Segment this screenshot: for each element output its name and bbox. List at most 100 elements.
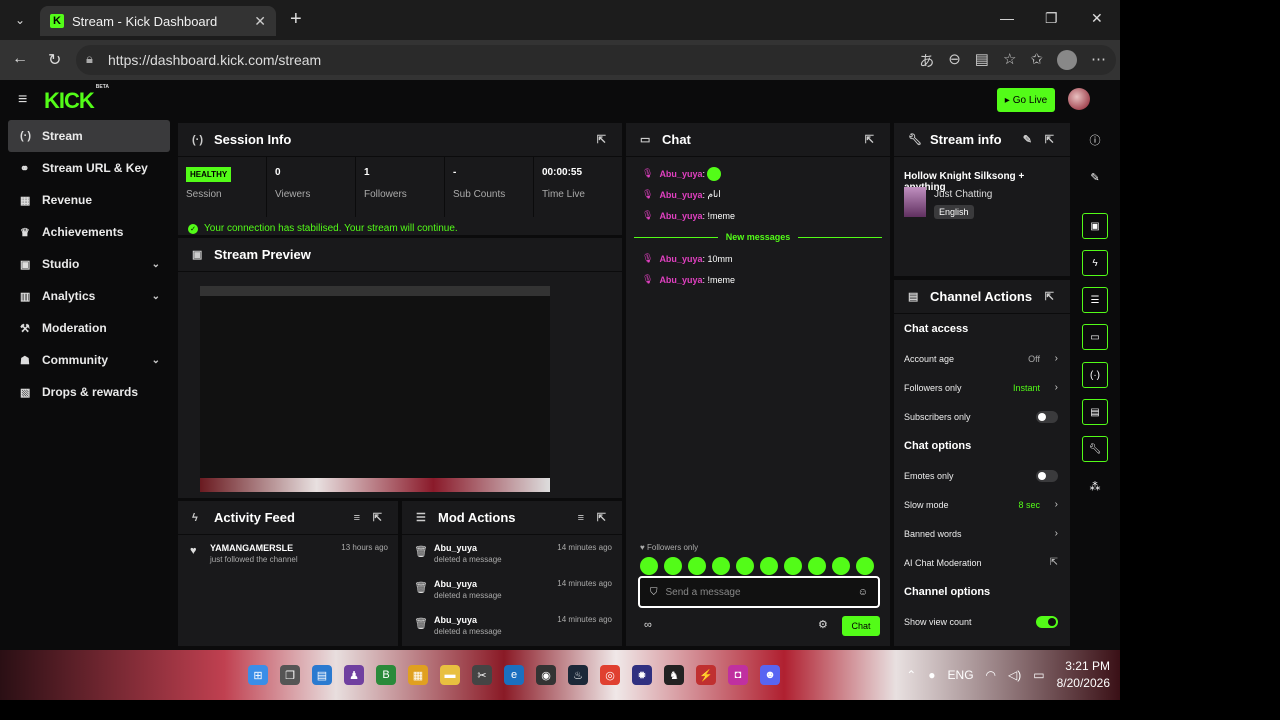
chrome-icon[interactable]: ◎ xyxy=(600,665,620,685)
app-gear-icon[interactable]: ✹ xyxy=(632,665,652,685)
volume-icon[interactable]: ◁) xyxy=(1008,668,1021,682)
popout-icon[interactable]: ⇱ xyxy=(1045,133,1054,146)
tab-actions-icon[interactable]: ⌄ xyxy=(6,6,34,34)
snipping-icon[interactable]: ✂ xyxy=(472,665,492,685)
instagram-icon[interactable]: ◘ xyxy=(728,665,748,685)
clock[interactable]: 3:21 PM 8/20/2026 xyxy=(1057,658,1110,692)
wifi-icon[interactable]: ◠ xyxy=(986,668,996,682)
subscribers-only-toggle[interactable] xyxy=(1036,410,1058,423)
new-messages-divider[interactable]: New messages xyxy=(626,226,890,248)
emote-icon[interactable] xyxy=(760,557,778,575)
minimize-icon[interactable]: — xyxy=(1000,10,1014,26)
tab-kick-dashboard[interactable]: K Stream - Kick Dashboard ✕ xyxy=(40,6,276,36)
translate-icon[interactable]: あ xyxy=(919,50,934,71)
stream-preview-video[interactable] xyxy=(200,286,550,492)
sidebar-item-drops-rewards[interactable]: ▧ Drops & rewards xyxy=(8,376,170,408)
settings-icon[interactable]: ⚙ xyxy=(818,618,828,631)
wrench-toggle-icon[interactable]: 🔧︎ xyxy=(1082,436,1108,462)
app-icon[interactable]: ♟ xyxy=(344,665,364,685)
ai-chat-moderation-row[interactable]: AI Chat Moderation ⇱ xyxy=(894,548,1070,577)
sidebar-item-moderation[interactable]: ⚒ Moderation xyxy=(8,312,170,344)
chat-input[interactable]: ⛉ Send a message ☺ xyxy=(638,576,880,608)
edit-icon[interactable]: ✎ xyxy=(1082,164,1108,190)
app-b-icon[interactable]: B xyxy=(376,665,396,685)
notepad-icon[interactable]: ▤ xyxy=(312,665,332,685)
lock-icon[interactable]: 🔒︎ xyxy=(86,51,93,67)
edit-icon[interactable]: ✎ xyxy=(1023,133,1032,146)
preview-toggle-icon[interactable]: ▣ xyxy=(1082,213,1108,239)
discord-icon[interactable]: ☻ xyxy=(760,665,780,685)
emotes-only-toggle[interactable] xyxy=(1036,469,1058,482)
app-red-icon[interactable]: ⚡ xyxy=(696,665,716,685)
start-icon[interactable]: ⊞ xyxy=(248,665,268,685)
menu-icon[interactable]: ≡ xyxy=(18,91,27,109)
popout-icon[interactable]: ⇱ xyxy=(597,511,606,524)
restore-icon[interactable]: ❐ xyxy=(1045,10,1058,27)
file-explorer-icon[interactable]: ▬ xyxy=(440,665,460,685)
more-icon[interactable]: ⋯ xyxy=(1091,50,1106,71)
emote-icon[interactable] xyxy=(688,557,706,575)
reader-icon[interactable]: ▤ xyxy=(975,50,989,71)
zoom-icon[interactable]: ⊖ xyxy=(948,50,961,71)
sidebar-item-studio[interactable]: ▣ Studio ⌄ xyxy=(8,248,170,280)
followers-only-row[interactable]: Followers only Instant › xyxy=(894,373,1070,402)
subs-value: - xyxy=(453,167,457,178)
emote-icon[interactable] xyxy=(664,557,682,575)
obs-icon[interactable]: ◉ xyxy=(536,665,556,685)
tray-app-icon[interactable]: ● xyxy=(928,668,935,682)
popout-icon[interactable]: ⇱ xyxy=(865,133,874,146)
account-age-row[interactable]: Account age Off › xyxy=(894,344,1070,373)
kick-logo[interactable]: KICKBETA xyxy=(44,84,109,114)
store-icon[interactable]: ▦ xyxy=(408,665,428,685)
user-avatar[interactable] xyxy=(1068,88,1090,110)
send-chat-button[interactable]: Chat xyxy=(842,616,880,636)
refresh-icon[interactable]: ↻ xyxy=(48,50,61,70)
emote-icon[interactable] xyxy=(712,557,730,575)
show-view-count-toggle[interactable] xyxy=(1036,615,1058,628)
emote-icon[interactable] xyxy=(736,557,754,575)
emote-icon[interactable] xyxy=(808,557,826,575)
popout-icon[interactable]: ⇱ xyxy=(1045,290,1054,303)
battery-icon[interactable]: ▭ xyxy=(1033,668,1044,682)
sidebar-item-achievements[interactable]: ♛ Achievements xyxy=(8,216,170,248)
popout-icon[interactable]: ⇱ xyxy=(373,511,382,524)
sidebar-item-stream[interactable]: (·) Stream xyxy=(8,120,170,152)
profile-icon[interactable] xyxy=(1057,50,1077,70)
filter-icon[interactable]: ≡ xyxy=(578,512,584,524)
favorites-icon[interactable]: ✩ xyxy=(1030,50,1043,71)
banned-words-row[interactable]: Banned words › xyxy=(894,519,1070,548)
chat-toggle-icon[interactable]: ▭ xyxy=(1082,324,1108,350)
emoji-icon[interactable]: ☺ xyxy=(858,587,868,598)
emote-icon[interactable] xyxy=(784,557,802,575)
sidebar-item-community[interactable]: ☗ Community ⌄ xyxy=(8,344,170,376)
sidebar-item-stream-url-key[interactable]: ⚭ Stream URL & Key xyxy=(8,152,170,184)
edge-icon[interactable]: e xyxy=(504,665,524,685)
lightning-toggle-icon[interactable]: ϟ xyxy=(1082,250,1108,276)
sidebar-item-revenue[interactable]: ▦ Revenue xyxy=(8,184,170,216)
chevron-up-icon[interactable]: ⌃ xyxy=(906,668,916,682)
app-knight-icon[interactable]: ♞ xyxy=(664,665,684,685)
sidebar-item-analytics[interactable]: ▥ Analytics ⌄ xyxy=(8,280,170,312)
add-widget-icon[interactable]: ⁂ xyxy=(1082,473,1108,499)
emote-icon[interactable] xyxy=(832,557,850,575)
steam-icon[interactable]: ♨ xyxy=(568,665,588,685)
emote-icon[interactable] xyxy=(856,557,874,575)
task-view-icon[interactable]: ❐ xyxy=(280,665,300,685)
list-toggle-icon[interactable]: ☰ xyxy=(1082,287,1108,313)
popout-icon[interactable]: ⇱ xyxy=(597,133,606,146)
close-tab-icon[interactable]: ✕ xyxy=(254,13,266,30)
channel-toggle-icon[interactable]: ▤ xyxy=(1082,399,1108,425)
emote-bar[interactable] xyxy=(640,557,880,575)
back-icon[interactable]: ← xyxy=(12,50,28,68)
close-window-icon[interactable]: ✕ xyxy=(1091,10,1103,27)
chat-mode-indicator: ♥ Followers only xyxy=(640,543,699,552)
slow-mode-row[interactable]: Slow mode 8 sec › xyxy=(894,490,1070,519)
go-live-button[interactable]: ▸ Go Live xyxy=(997,88,1055,112)
broadcast-toggle-icon[interactable]: (·) xyxy=(1082,362,1108,388)
language-indicator[interactable]: ENG xyxy=(948,668,974,682)
new-tab-icon[interactable]: + xyxy=(290,8,302,31)
favorite-star-icon[interactable]: ☆ xyxy=(1003,50,1016,71)
filter-icon[interactable]: ≡ xyxy=(354,512,360,524)
emote-icon[interactable] xyxy=(640,557,658,575)
info-icon[interactable]: ⓘ xyxy=(1082,127,1108,153)
